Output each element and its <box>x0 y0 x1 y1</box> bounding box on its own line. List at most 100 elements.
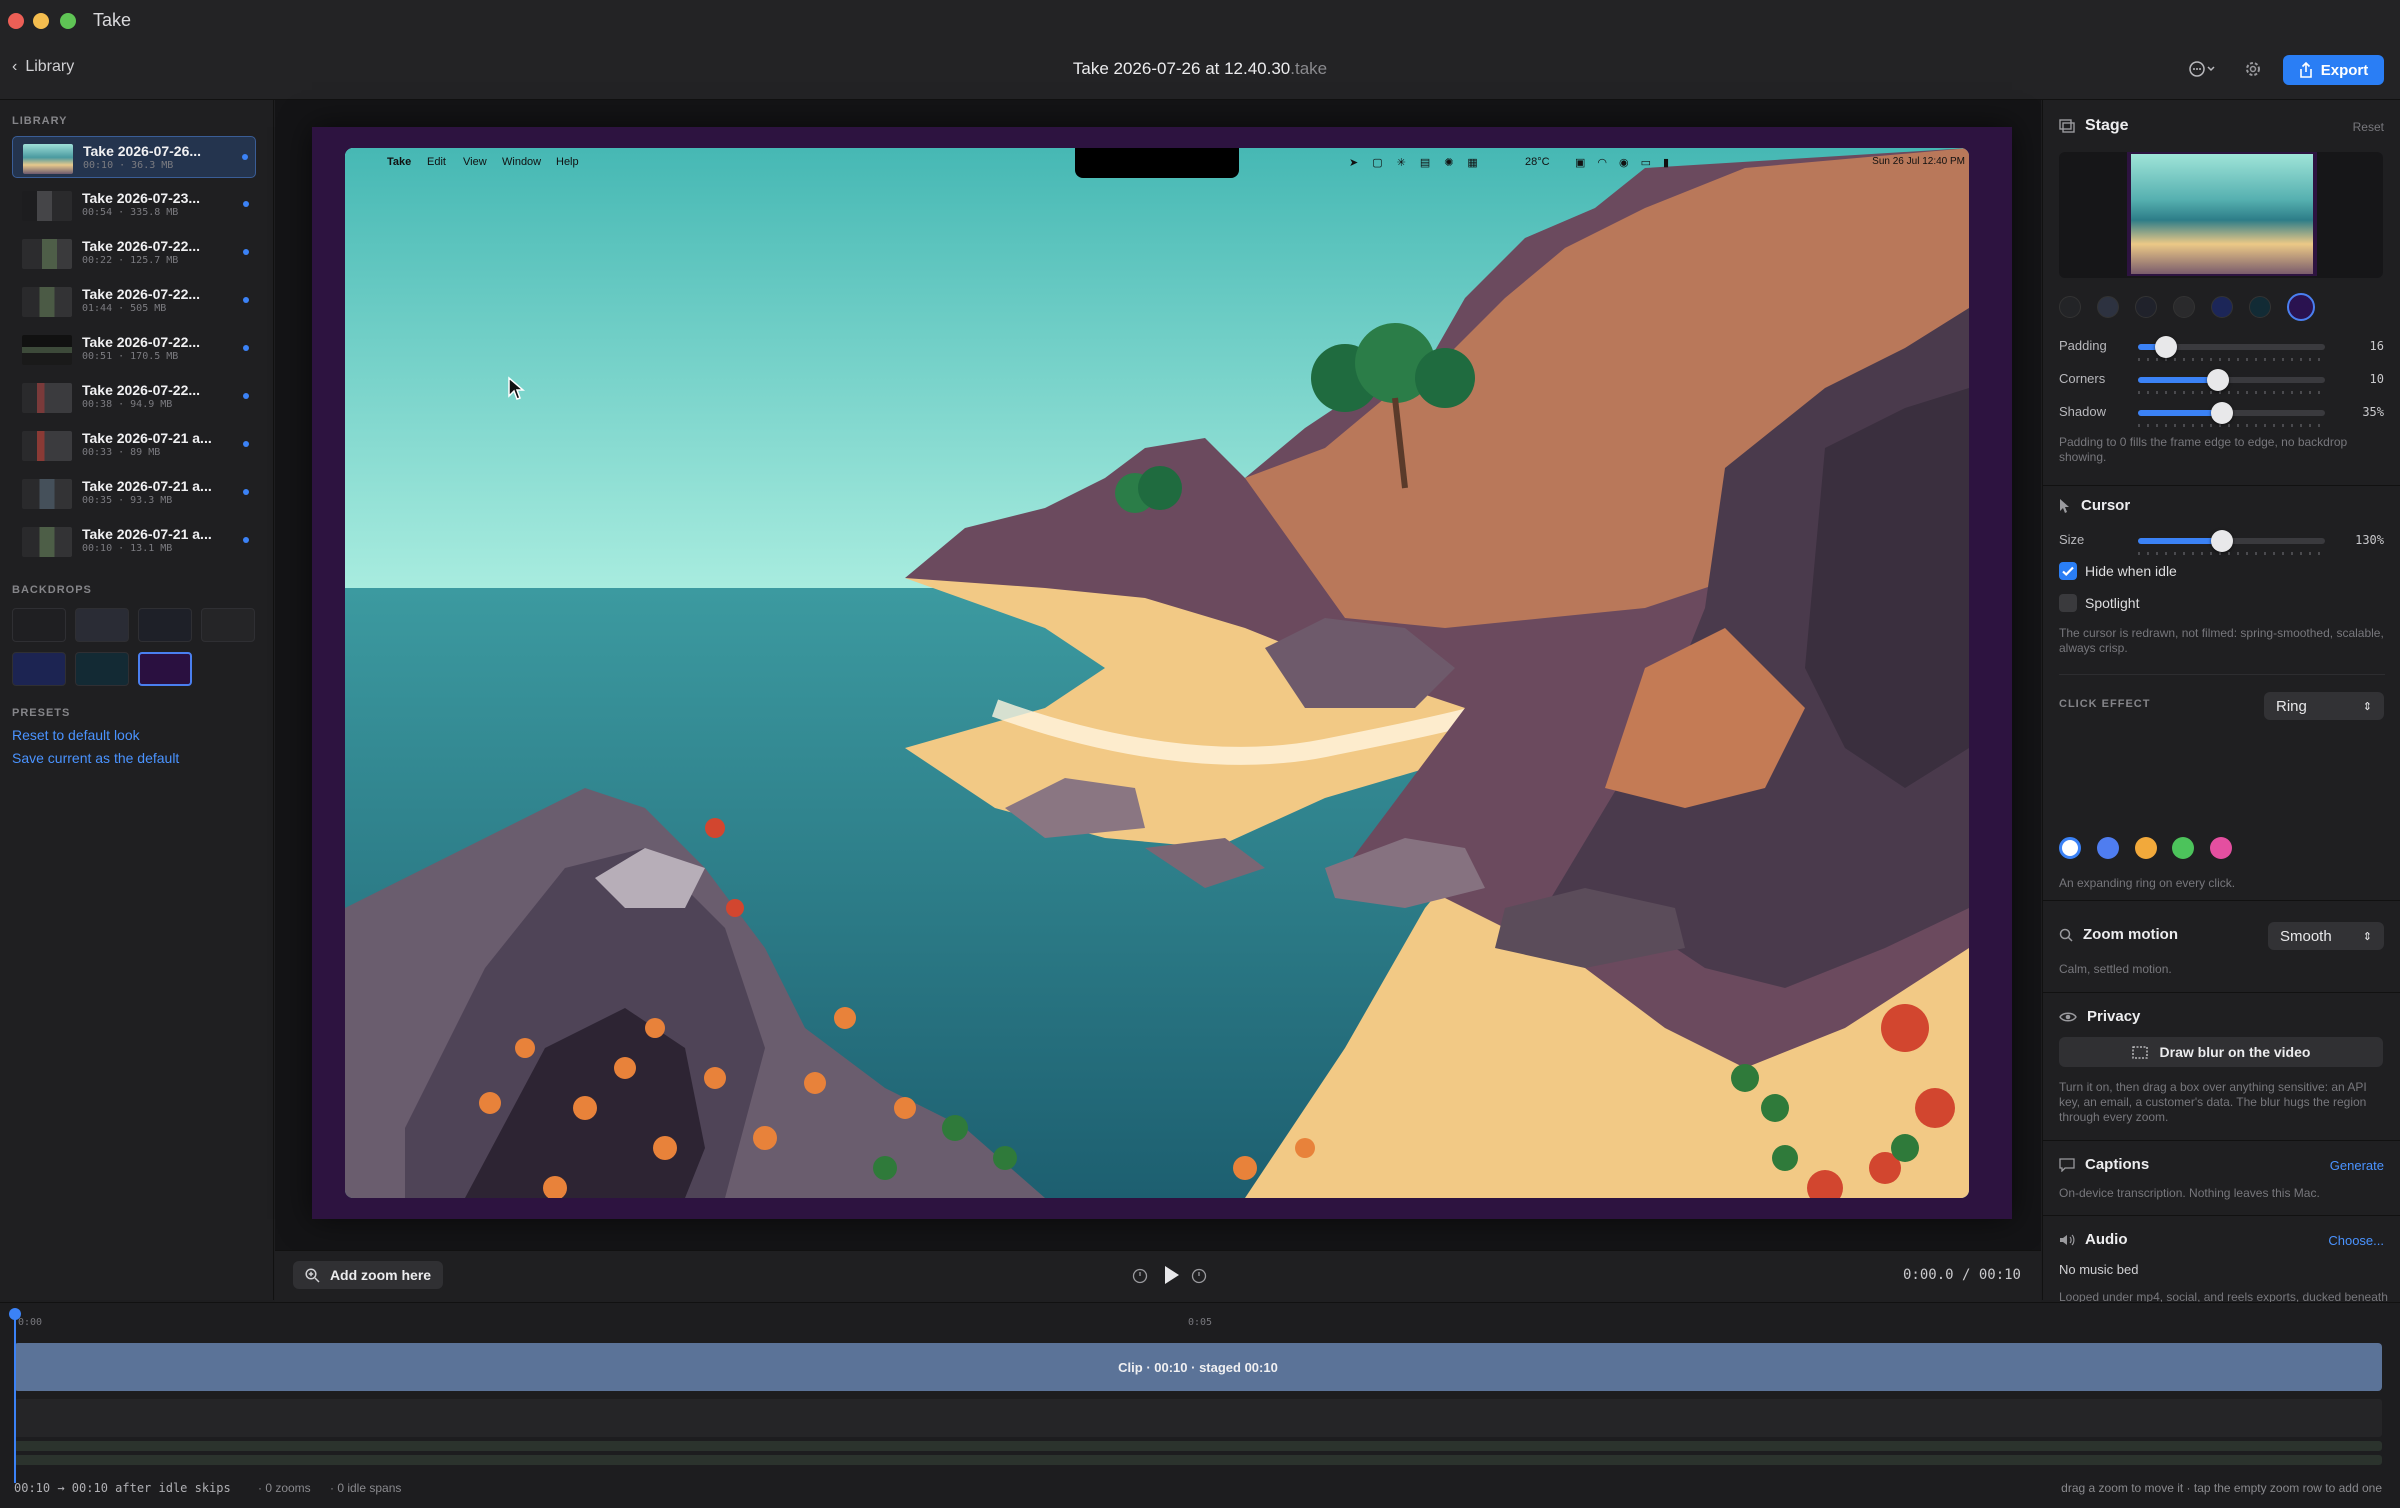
more-menu-button[interactable] <box>2186 56 2222 82</box>
play-icon[interactable] <box>1163 1265 1181 1285</box>
cursor-size-slider[interactable] <box>2138 530 2325 555</box>
click-color-swatch[interactable] <box>2210 837 2232 859</box>
backdrop-color-swatch[interactable] <box>2211 296 2233 318</box>
timeline-hint: drag a zoom to move it · tap the empty z… <box>2061 1481 2382 1495</box>
chevron-updown-icon: ⇕ <box>2362 930 2372 943</box>
library-item[interactable]: Take 2026-07-22... 00:51 · 170.5 MB <box>12 328 256 370</box>
save-default-link[interactable]: Save current as the default <box>12 750 179 766</box>
generate-captions-button[interactable]: Generate <box>2330 1158 2384 1173</box>
playhead-handle[interactable] <box>9 1308 21 1320</box>
slider-ticks <box>2138 358 2325 361</box>
backdrop-swatch[interactable] <box>75 608 129 642</box>
audio-header: Audio <box>2059 1231 2128 1248</box>
skip-back-icon[interactable] <box>1132 1268 1148 1284</box>
settings-button[interactable] <box>2240 56 2266 82</box>
backdrops-header: BACKDROPS <box>12 584 92 596</box>
backdrop-color-swatch-selected[interactable] <box>2287 293 2315 321</box>
hide-idle-checkbox[interactable] <box>2059 562 2077 580</box>
slider-knob[interactable] <box>2207 369 2230 391</box>
library-item[interactable]: Take 2026-07-21 a... 00:10 · 13.1 MB <box>12 520 256 562</box>
idle-track[interactable] <box>14 1455 2382 1465</box>
stage-title: Stage <box>2085 117 2129 134</box>
click-color-swatch-selected[interactable] <box>2059 837 2081 859</box>
zoom-motion-select[interactable]: Smooth ⇕ <box>2268 922 2384 950</box>
library-item[interactable]: Take 2026-07-23... 00:54 · 335.8 MB <box>12 184 256 226</box>
backdrop-frame: Take Edit View Window Help ➤▢✳▤✺▦ 28°C ▣… <box>312 127 2012 1219</box>
captions-hint: On-device transcription. Nothing leaves … <box>2059 1186 2320 1200</box>
spotlight-checkbox[interactable] <box>2059 594 2077 612</box>
timeline[interactable]: 0:00 0:05 Clip · 00:10 · staged 00:10 00… <box>0 1302 2400 1508</box>
idle-track[interactable] <box>14 1441 2382 1451</box>
tick-label: 0:00 <box>18 1317 43 1328</box>
library-item[interactable]: Take 2026-07-21 a... 00:33 · 89 MB <box>12 424 256 466</box>
library-item[interactable]: Take 2026-07-26... 00:10 · 36.3 MB <box>12 136 256 178</box>
divider <box>2043 900 2400 901</box>
app-window: Take ‹ Library Take 2026-07-26 at 12.40.… <box>0 0 2400 1508</box>
backdrop-swatch-selected[interactable] <box>138 652 192 686</box>
add-zoom-button[interactable]: Add zoom here <box>293 1261 443 1289</box>
slider-knob[interactable] <box>2211 530 2234 552</box>
take-meta: 00:51 · 170.5 MB <box>82 351 179 362</box>
back-to-library-button[interactable]: ‹ Library <box>12 58 74 76</box>
zoom-track[interactable] <box>14 1399 2382 1437</box>
slider-fill <box>2138 410 2223 416</box>
backdrop-color-swatch[interactable] <box>2135 296 2157 318</box>
cursor-size-value: 130% <box>2355 533 2384 547</box>
close-window-button[interactable] <box>8 13 24 29</box>
recorded-screen[interactable]: Take Edit View Window Help ➤▢✳▤✺▦ 28°C ▣… <box>345 148 1969 1198</box>
stage-thumbnail-image <box>2131 154 2313 274</box>
choose-audio-button[interactable]: Choose... <box>2328 1233 2384 1248</box>
corners-value: 10 <box>2369 372 2384 386</box>
menubar-item: Edit <box>427 156 446 168</box>
backdrop-color-swatch[interactable] <box>2173 296 2195 318</box>
divider <box>2043 1140 2400 1141</box>
click-effect-select[interactable]: Ring ⇕ <box>2264 692 2384 720</box>
library-item[interactable]: Take 2026-07-21 a... 00:35 · 93.3 MB <box>12 472 256 514</box>
export-button[interactable]: Export <box>2283 55 2384 85</box>
zoom-window-button[interactable] <box>60 13 76 29</box>
take-meta: 00:35 · 93.3 MB <box>82 495 173 506</box>
library-item[interactable]: Take 2026-07-22... 00:38 · 94.9 MB <box>12 376 256 418</box>
magnifier-icon <box>2059 928 2073 942</box>
menubar-item: View <box>463 156 487 168</box>
padding-slider[interactable] <box>2138 336 2325 361</box>
stage-reset-button[interactable]: Reset <box>2353 120 2384 134</box>
chevron-updown-icon: ⇕ <box>2362 700 2372 713</box>
backdrop-swatch[interactable] <box>201 608 255 642</box>
slider-knob[interactable] <box>2211 402 2234 424</box>
skip-forward-icon[interactable] <box>1191 1268 1207 1284</box>
take-thumbnail <box>22 287 72 317</box>
dashed-rect-icon <box>2131 1045 2148 1059</box>
click-color-swatch[interactable] <box>2135 837 2157 859</box>
backdrop-color-swatch[interactable] <box>2097 296 2119 318</box>
wallpaper-illustration <box>345 148 1969 1198</box>
playhead[interactable] <box>14 1313 16 1483</box>
take-meta: 00:33 · 89 MB <box>82 447 161 458</box>
slider-knob[interactable] <box>2155 336 2178 358</box>
backdrop-swatch[interactable] <box>12 652 66 686</box>
zoom-motion-header-row: Zoom motion <box>2059 926 2178 943</box>
cursor-size-label: Size <box>2059 532 2085 547</box>
click-color-swatch[interactable] <box>2172 837 2194 859</box>
library-item[interactable]: Take 2026-07-22... 01:44 · 505 MB <box>12 280 256 322</box>
gear-icon <box>2246 62 2260 76</box>
backdrop-swatch[interactable] <box>138 608 192 642</box>
reset-default-link[interactable]: Reset to default look <box>12 727 140 743</box>
shadow-slider[interactable] <box>2138 402 2325 427</box>
corners-slider[interactable] <box>2138 369 2325 394</box>
draw-blur-button[interactable]: Draw blur on the video <box>2059 1037 2383 1067</box>
backdrop-swatch[interactable] <box>12 608 66 642</box>
take-name: Take 2026-07-26... <box>83 143 202 159</box>
backdrop-color-swatch[interactable] <box>2249 296 2271 318</box>
backdrop-color-swatch[interactable] <box>2059 296 2081 318</box>
camera-notch <box>1075 148 1239 178</box>
inspector-panel: Stage Reset Padding 16 Corners 10 Shadow… <box>2042 100 2400 1319</box>
backdrop-swatch[interactable] <box>75 652 129 686</box>
minimize-window-button[interactable] <box>33 13 49 29</box>
divider <box>2043 1215 2400 1216</box>
click-color-swatch[interactable] <box>2097 837 2119 859</box>
menubar-app-name: Take <box>387 156 412 168</box>
chevron-left-icon: ‹ <box>12 58 18 75</box>
clip-track[interactable]: Clip · 00:10 · staged 00:10 <box>14 1343 2382 1391</box>
library-item[interactable]: Take 2026-07-22... 00:22 · 125.7 MB <box>12 232 256 274</box>
